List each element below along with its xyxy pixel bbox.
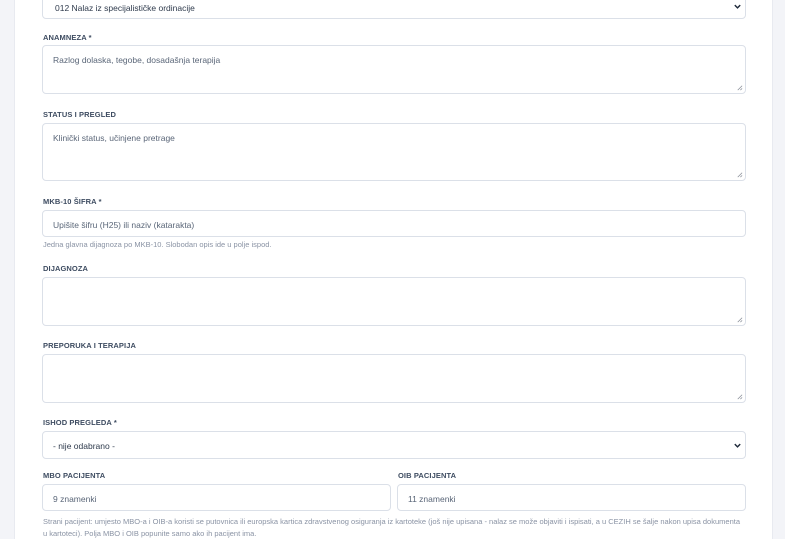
status-placeholder: Klinički status, učinjene pretrage: [53, 133, 175, 143]
ishod-select[interactable]: - nije odabrano -: [42, 431, 746, 459]
document-type-value: 012 Nalaz iz specijalističke ordinacije: [55, 3, 195, 13]
resize-handle-icon[interactable]: [736, 171, 743, 178]
mkb-label: MKB-10 ŠIFRA *: [43, 197, 102, 206]
anamneza-textarea[interactable]: Razlog dolaska, tegobe, dosadašnja terap…: [42, 45, 746, 94]
dijagnoza-textarea[interactable]: [42, 277, 746, 326]
chevron-down-icon: [734, 4, 741, 9]
dijagnoza-label: DIJAGNOZA: [43, 264, 89, 273]
chevron-down-icon: [734, 443, 741, 448]
mkb-input[interactable]: Upišite šifru (H25) ili naziv (katarakta…: [42, 210, 746, 237]
oib-placeholder: 11 znamenki: [408, 494, 456, 504]
oib-label: OIB PACIJENTA: [398, 471, 457, 480]
anamneza-label: ANAMNEZA *: [43, 33, 92, 42]
status-textarea[interactable]: Klinički status, učinjene pretrage: [42, 123, 746, 181]
mbo-input[interactable]: 9 znamenki: [42, 484, 391, 511]
mbo-label: MBO PACIJENTA: [43, 471, 106, 480]
preporuka-label: PREPORUKA I TERAPIJA: [43, 341, 136, 350]
anamneza-placeholder: Razlog dolaska, tegobe, dosadašnja terap…: [53, 55, 221, 65]
resize-handle-icon[interactable]: [736, 84, 743, 91]
preporuka-textarea[interactable]: [42, 354, 746, 403]
resize-handle-icon[interactable]: [736, 316, 743, 323]
foreign-patient-note: Strani pacijent: umjesto MBO-a i OIB-a k…: [43, 517, 740, 538]
ishod-label: ISHOD PREGLEDA *: [43, 418, 117, 427]
document-type-select[interactable]: 012 Nalaz iz specijalističke ordinacije: [42, 0, 746, 19]
status-label: STATUS I PREGLED: [43, 110, 116, 119]
mkb-help-text: Jedna glavna dijagnoza po MKB-10. Slobod…: [43, 240, 272, 249]
resize-handle-icon[interactable]: [736, 393, 743, 400]
mkb-placeholder: Upišite šifru (H25) ili naziv (katarakta…: [53, 220, 195, 230]
mbo-placeholder: 9 znamenki: [53, 494, 97, 504]
ishod-value: - nije odabrano -: [53, 441, 115, 451]
oib-input[interactable]: 11 znamenki: [397, 484, 746, 511]
